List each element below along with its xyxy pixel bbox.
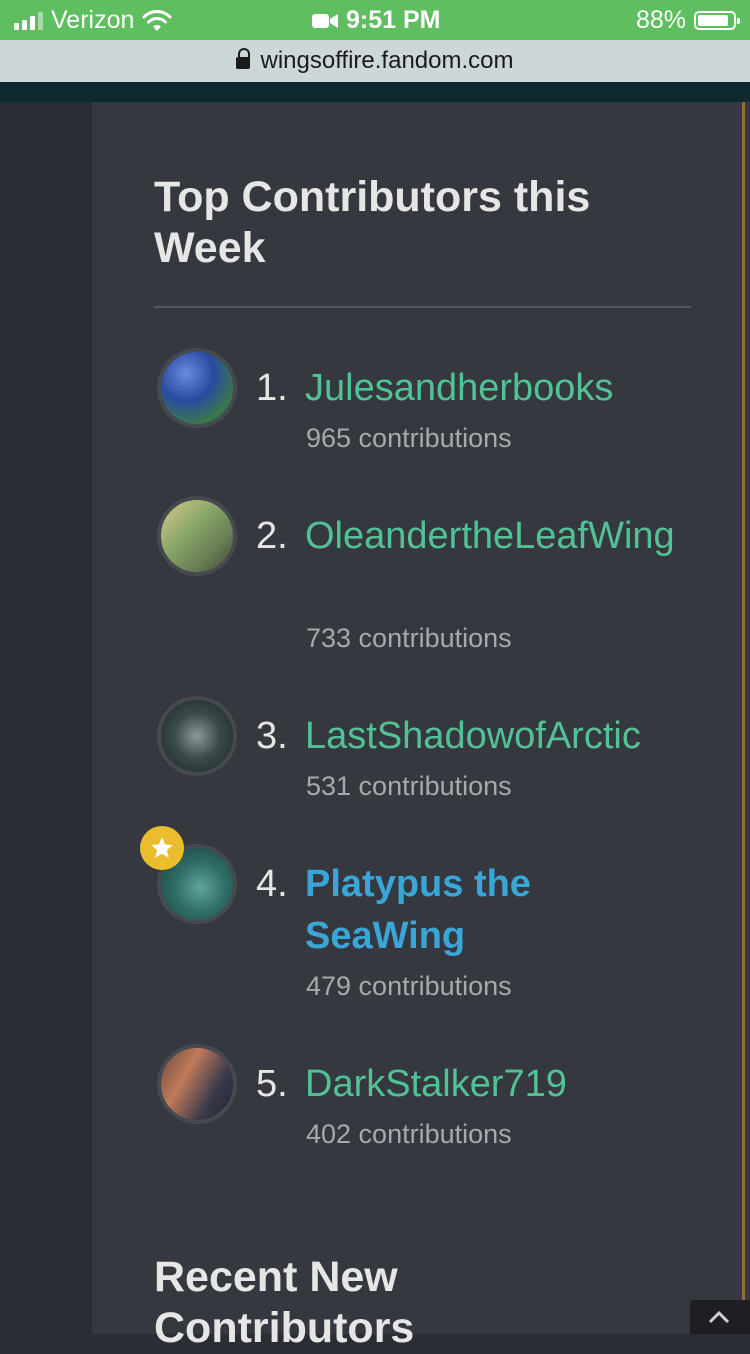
contributor-2-link[interactable]: OleandertheLeafWing <box>305 510 685 562</box>
scroll-to-top-button[interactable] <box>690 1300 750 1334</box>
status-bar: Verizon 9:51 PM 88% <box>0 0 750 40</box>
chevron-up-icon <box>708 1310 730 1324</box>
avatar-contributor-2[interactable] <box>157 496 237 576</box>
contributor-5-link[interactable]: DarkStalker719 <box>305 1058 685 1110</box>
status-center: 9:51 PM <box>312 6 440 35</box>
rank-4: 4. <box>256 863 288 905</box>
section-title: Top Contributors this Week <box>154 173 591 272</box>
star-icon <box>151 837 173 858</box>
battery-percent: 88% <box>635 6 686 34</box>
contributor-1-link[interactable]: Julesandherbooks <box>305 362 685 414</box>
contributor-3-count: 531 contributions <box>306 771 512 801</box>
rank-2: 2. <box>256 515 288 557</box>
page-edge-border <box>742 102 750 1334</box>
avatar-contributor-5[interactable] <box>157 1044 237 1124</box>
site-header-strip <box>0 82 750 102</box>
avatar-contributor-3[interactable] <box>157 696 237 776</box>
next-section-title: Recent New Contributors <box>154 1253 415 1352</box>
url-bar[interactable]: wingsoffire.fandom.com <box>0 40 750 82</box>
contributor-3-link[interactable]: LastShadowofArctic <box>305 710 685 762</box>
signal-icon <box>14 11 43 30</box>
video-camera-icon <box>312 13 338 28</box>
contributor-4-link[interactable]: Platypus the SeaWing <box>305 858 685 962</box>
contributor-1-count: 965 contributions <box>306 423 512 453</box>
contributor-5-count: 402 contributions <box>306 1119 512 1149</box>
battery-fill <box>698 15 728 26</box>
rank-3: 3. <box>256 715 288 757</box>
contributor-2-count: 733 contributions <box>306 623 512 653</box>
url-text: wingsoffire.fandom.com <box>260 47 514 74</box>
status-right: 88% <box>635 6 740 35</box>
wifi-icon <box>142 9 172 31</box>
left-gutter <box>0 102 92 1334</box>
carrier-label: Verizon <box>51 6 135 34</box>
battery-icon <box>694 11 740 30</box>
avatar-contributor-1[interactable] <box>157 348 237 428</box>
rank-1: 1. <box>256 367 288 409</box>
star-badge <box>140 826 184 870</box>
rank-5: 5. <box>256 1063 288 1105</box>
status-left: Verizon <box>14 6 172 35</box>
clock: 9:51 PM <box>346 6 441 34</box>
lock-icon <box>236 47 251 72</box>
section-divider <box>154 306 691 308</box>
contributor-4-count: 479 contributions <box>306 971 512 1001</box>
